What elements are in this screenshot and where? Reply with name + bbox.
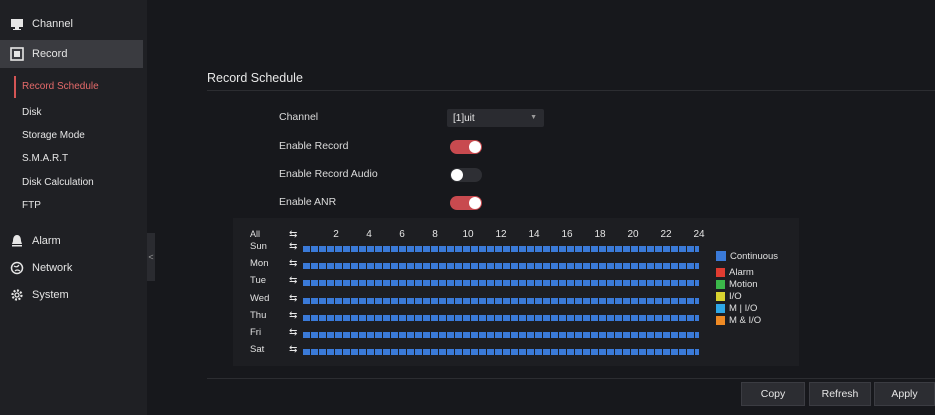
day-label: Thu xyxy=(250,309,267,321)
channel-select-value: [1]uit xyxy=(453,112,475,124)
legend-swatch xyxy=(716,251,726,261)
schedule-bar[interactable] xyxy=(303,332,699,338)
schedule-bar[interactable] xyxy=(303,349,699,356)
swap-icon[interactable]: ⇆ xyxy=(289,327,297,338)
sidebar: Channel Record Record Schedule Disk Stor… xyxy=(0,0,147,415)
sidebar-collapse-button[interactable]: < xyxy=(147,233,155,281)
select-all-label[interactable]: All xyxy=(250,229,260,239)
sub-ftp[interactable]: FTP xyxy=(22,200,41,211)
enable-record-toggle[interactable] xyxy=(450,140,482,154)
enable-anr-label: Enable ANR xyxy=(279,196,337,208)
legend-item[interactable]: Motion xyxy=(716,278,778,290)
enable-record-label: Enable Record xyxy=(279,140,349,152)
title-divider xyxy=(207,90,935,91)
enable-audio-toggle[interactable] xyxy=(450,168,482,182)
schedule-bar[interactable] xyxy=(303,246,699,252)
hour-label: 10 xyxy=(462,229,474,240)
day-label: Sat xyxy=(250,344,265,356)
hour-label: 12 xyxy=(495,229,507,240)
schedule-grid: All ⇆ Continuous Alarm Motion I/O M | I/O M &… xyxy=(233,218,799,366)
legend-label: I/O xyxy=(729,290,742,302)
nav-alarm-label: Alarm xyxy=(32,235,61,247)
day-label: Tue xyxy=(250,275,267,287)
hour-label: 2 xyxy=(333,229,339,240)
gear-icon xyxy=(10,288,24,302)
legend-item[interactable]: Alarm xyxy=(716,266,778,278)
legend-item[interactable]: M | I/O xyxy=(716,302,778,314)
swap-icon[interactable]: ⇆ xyxy=(289,310,297,321)
legend-swatch xyxy=(716,279,725,289)
schedule-bar[interactable] xyxy=(303,280,699,287)
hour-label: 20 xyxy=(627,229,639,240)
enable-anr-toggle[interactable] xyxy=(450,196,482,210)
day-label: Mon xyxy=(250,258,269,270)
nav-system-label: System xyxy=(32,289,69,301)
page-title: Record Schedule xyxy=(207,71,303,85)
network-icon xyxy=(10,261,24,275)
hour-label: 4 xyxy=(366,229,372,240)
footer-divider xyxy=(207,378,935,379)
swap-all-icon[interactable]: ⇆ xyxy=(289,229,297,240)
toggle-knob xyxy=(469,197,481,209)
legend-item[interactable]: M & I/O xyxy=(716,314,778,326)
legend-item[interactable]: I/O xyxy=(716,290,778,302)
nav-channel[interactable]: Channel xyxy=(0,10,143,38)
channel-label: Channel xyxy=(279,111,319,123)
main-panel: Record Schedule Channel [1]uit ▼ Enable … xyxy=(155,0,935,415)
swap-icon[interactable]: ⇆ xyxy=(289,258,297,269)
hour-label: 16 xyxy=(561,229,573,240)
sub-smart[interactable]: S.M.A.R.T xyxy=(22,153,68,164)
day-label: Sun xyxy=(250,241,267,252)
monitor-icon xyxy=(10,17,24,31)
nav-network[interactable]: Network xyxy=(0,254,143,282)
legend-swatch xyxy=(716,315,725,325)
hour-label: 18 xyxy=(594,229,606,240)
hour-label: 14 xyxy=(528,229,540,240)
swap-icon[interactable]: ⇆ xyxy=(289,293,297,304)
day-label: Wed xyxy=(250,292,270,304)
legend-label: M & I/O xyxy=(729,314,762,326)
legend-label: M | I/O xyxy=(729,302,758,314)
nav-network-label: Network xyxy=(32,262,73,274)
nav-record-label: Record xyxy=(32,48,68,60)
hour-label: 6 xyxy=(399,229,405,240)
sub-record-schedule[interactable]: Record Schedule xyxy=(14,76,99,98)
hour-label: 22 xyxy=(660,229,672,240)
legend-label: Alarm xyxy=(729,266,754,278)
chevron-down-icon: ▼ xyxy=(530,114,537,121)
nav-system[interactable]: System xyxy=(0,281,143,309)
legend-swatch xyxy=(716,267,725,277)
legend-label: Motion xyxy=(729,278,758,290)
sub-disk-calculation[interactable]: Disk Calculation xyxy=(22,177,94,188)
copy-button[interactable]: Copy xyxy=(741,382,805,406)
legend-swatch xyxy=(716,303,725,313)
day-label: Fri xyxy=(250,327,262,338)
enable-audio-label: Enable Record Audio xyxy=(279,168,378,180)
legend: Continuous Alarm Motion I/O M | I/O M & I/O xyxy=(716,250,778,326)
swap-icon[interactable]: ⇆ xyxy=(289,241,297,252)
nav-channel-label: Channel xyxy=(32,18,73,30)
nav-alarm[interactable]: Alarm xyxy=(0,227,143,255)
legend-item[interactable]: Continuous xyxy=(716,250,778,262)
channel-select[interactable]: [1]uit ▼ xyxy=(447,109,544,127)
record-icon xyxy=(10,47,24,61)
sub-storage-mode[interactable]: Storage Mode xyxy=(22,130,85,141)
legend-swatch xyxy=(716,291,725,301)
swap-icon[interactable]: ⇆ xyxy=(289,344,297,355)
nav-record[interactable]: Record xyxy=(0,40,143,68)
apply-button[interactable]: Apply xyxy=(874,382,935,406)
toggle-knob xyxy=(469,141,481,153)
bell-icon xyxy=(10,234,24,248)
hour-label: 24 xyxy=(693,229,705,240)
schedule-bar[interactable] xyxy=(303,297,699,304)
sub-disk[interactable]: Disk xyxy=(22,107,41,118)
schedule-bar[interactable] xyxy=(303,263,699,270)
legend-label: Continuous xyxy=(730,250,779,262)
hour-label: 8 xyxy=(432,229,438,240)
toggle-knob xyxy=(451,169,463,181)
refresh-button[interactable]: Refresh xyxy=(809,382,871,406)
swap-icon[interactable]: ⇆ xyxy=(289,275,297,286)
schedule-bar[interactable] xyxy=(303,314,699,321)
